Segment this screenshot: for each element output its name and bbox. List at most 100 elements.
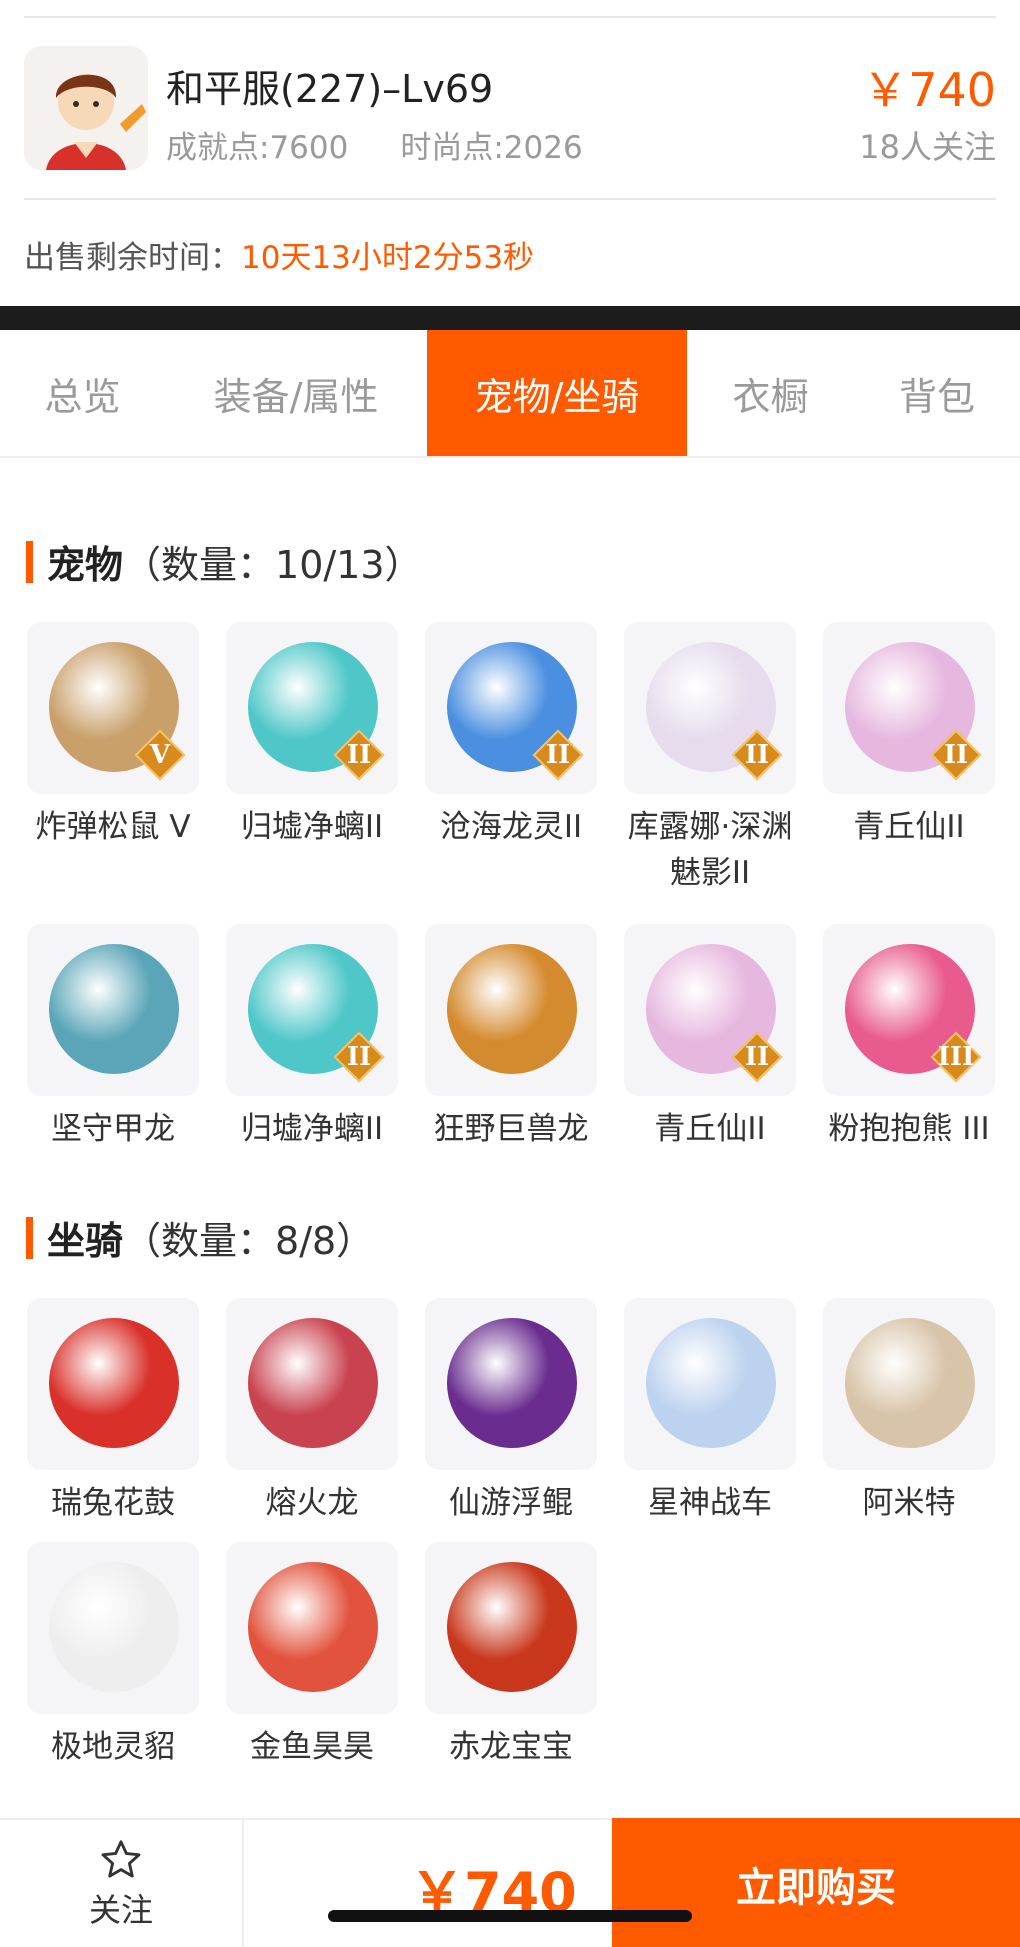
- pet-image: [27, 924, 199, 1096]
- creature-art: [447, 1318, 577, 1448]
- mounts-section-heading: 坐骑 （数量：8/8）: [26, 1210, 374, 1265]
- mount-image: [226, 1298, 398, 1470]
- mount-name: 阿米特: [862, 1485, 956, 1521]
- fashion-points: 时尚点:2026: [400, 130, 583, 166]
- pets-section-heading: 宠物 （数量：10/13）: [26, 534, 423, 589]
- pet-name: 归墟净螭II: [240, 1111, 384, 1147]
- detail-tabs: 总览 装备/属性 宠物/坐骑 衣橱 背包: [0, 330, 1020, 458]
- mount-name: 瑞兔花鼓: [51, 1485, 175, 1521]
- mount-name: 熔火龙: [265, 1485, 359, 1521]
- tab-wardrobe[interactable]: 衣橱: [687, 330, 854, 456]
- follow-button[interactable]: 关注: [0, 1820, 244, 1947]
- account-card: 和平服(227)–Lv69 成就点:7600 时尚点:2026 ￥740 18人关…: [0, 30, 1020, 200]
- mount-item[interactable]: 赤龙宝宝: [425, 1542, 597, 1770]
- sale-time-value: 10天13小时2分53秒: [241, 240, 535, 276]
- mounts-grid: 瑞兔花鼓 熔火龙 仙游浮鲲 星神战车 阿米特极地灵貂 金鱼昊昊 赤龙宝宝: [27, 1298, 997, 1770]
- pet-name: 库露娜·深渊魅影II: [627, 809, 793, 891]
- pet-name: 狂野巨兽龙: [433, 1111, 589, 1147]
- top-divider: [24, 16, 996, 18]
- section-accent: [26, 1216, 33, 1259]
- mounts-count: （数量：8/8）: [123, 1219, 375, 1263]
- star-icon: [101, 1839, 141, 1878]
- bottom-action-bar: 关注 ￥740 立即购买: [0, 1818, 1020, 1947]
- mount-item[interactable]: 星神战车: [624, 1298, 796, 1526]
- section-separator: [0, 306, 1020, 330]
- mount-name: 极地灵貂: [51, 1729, 175, 1765]
- account-title: 和平服(227)–Lv69: [166, 67, 494, 111]
- follower-count: 18人关注: [859, 128, 996, 166]
- tier-numeral: III: [937, 1042, 975, 1072]
- creature-art: [248, 1318, 378, 1448]
- creature-art: [49, 944, 179, 1074]
- mount-name: 仙游浮鲲: [449, 1485, 573, 1521]
- pet-image: II: [226, 924, 398, 1096]
- mount-item[interactable]: 极地灵貂: [27, 1542, 199, 1770]
- sale-time-label: 出售剩余时间：: [24, 240, 241, 276]
- creature-art: [49, 1562, 179, 1692]
- pet-item[interactable]: II 库露娜·深渊魅影II: [624, 622, 796, 896]
- mount-image: [226, 1542, 398, 1714]
- tab-equipment[interactable]: 装备/属性: [165, 330, 427, 456]
- mount-item[interactable]: 仙游浮鲲: [425, 1298, 597, 1526]
- pet-item[interactable]: II 青丘仙II: [624, 924, 796, 1152]
- card-divider: [24, 198, 996, 200]
- mount-image: [27, 1298, 199, 1470]
- mount-image: [27, 1542, 199, 1714]
- tier-numeral: II: [744, 1042, 770, 1072]
- tier-badge: II: [333, 1031, 385, 1083]
- pet-image: II: [823, 622, 995, 794]
- tier-badge: II: [930, 729, 982, 781]
- creature-art: [646, 1318, 776, 1448]
- account-price: ￥740: [862, 63, 996, 117]
- mount-item[interactable]: 阿米特: [823, 1298, 995, 1526]
- tab-pets-mounts[interactable]: 宠物/坐骑: [427, 330, 687, 456]
- pet-item[interactable]: II 沧海龙灵II: [425, 622, 597, 896]
- mount-image: [624, 1298, 796, 1470]
- tier-numeral: II: [346, 740, 372, 770]
- pet-image: II: [226, 622, 398, 794]
- creature-art: [845, 1318, 975, 1448]
- buy-now-button[interactable]: 立即购买: [612, 1818, 1020, 1947]
- achievement-points: 成就点:7600: [166, 130, 349, 166]
- tier-badge: II: [532, 729, 584, 781]
- pet-item[interactable]: III 粉抱抱熊 III: [823, 924, 995, 1152]
- creature-art: [49, 1318, 179, 1448]
- pet-item[interactable]: II 归墟净螭II: [226, 924, 398, 1152]
- pet-image: II: [425, 622, 597, 794]
- mount-image: [425, 1542, 597, 1714]
- creature-art: [447, 1562, 577, 1692]
- mount-item[interactable]: 瑞兔花鼓: [27, 1298, 199, 1526]
- pet-name: 青丘仙II: [853, 809, 965, 845]
- pet-item[interactable]: II 归墟净螭II: [226, 622, 398, 896]
- home-indicator: [328, 1910, 692, 1922]
- pet-image: II: [624, 622, 796, 794]
- sale-remaining-time: 出售剩余时间：10天13小时2分53秒: [24, 232, 534, 277]
- pet-name: 坚守甲龙: [51, 1111, 175, 1147]
- pet-image: II: [624, 924, 796, 1096]
- tab-overview[interactable]: 总览: [0, 330, 165, 456]
- pet-image: V: [27, 622, 199, 794]
- pet-item[interactable]: V 炸弹松鼠 V: [27, 622, 199, 896]
- pet-item[interactable]: II 青丘仙II: [823, 622, 995, 896]
- tier-badge: III: [930, 1031, 982, 1083]
- follow-label: 关注: [88, 1890, 153, 1929]
- tier-numeral: II: [545, 740, 571, 770]
- tab-backpack[interactable]: 背包: [854, 330, 1020, 456]
- pet-image: III: [823, 924, 995, 1096]
- mount-image: [823, 1298, 995, 1470]
- pet-name: 青丘仙II: [654, 1111, 766, 1147]
- mount-item[interactable]: 熔火龙: [226, 1298, 398, 1526]
- pets-grid: V 炸弹松鼠 V II 归墟净螭II II 沧海龙灵II II 库露娜·深渊魅影II II 青丘仙…: [27, 622, 997, 1152]
- creature-art: [248, 1562, 378, 1692]
- pet-name: 沧海龙灵II: [439, 809, 583, 845]
- mount-item[interactable]: 金鱼昊昊: [226, 1542, 398, 1770]
- mount-name: 赤龙宝宝: [449, 1729, 573, 1765]
- account-stats: 成就点:7600 时尚点:2026: [166, 122, 583, 167]
- section-accent: [26, 540, 33, 583]
- mounts-title: 坐骑: [47, 1219, 124, 1263]
- pet-item[interactable]: 坚守甲龙: [27, 924, 199, 1152]
- tier-badge: II: [731, 729, 783, 781]
- pet-item[interactable]: 狂野巨兽龙: [425, 924, 597, 1152]
- pet-image: [425, 924, 597, 1096]
- tier-badge: II: [333, 729, 385, 781]
